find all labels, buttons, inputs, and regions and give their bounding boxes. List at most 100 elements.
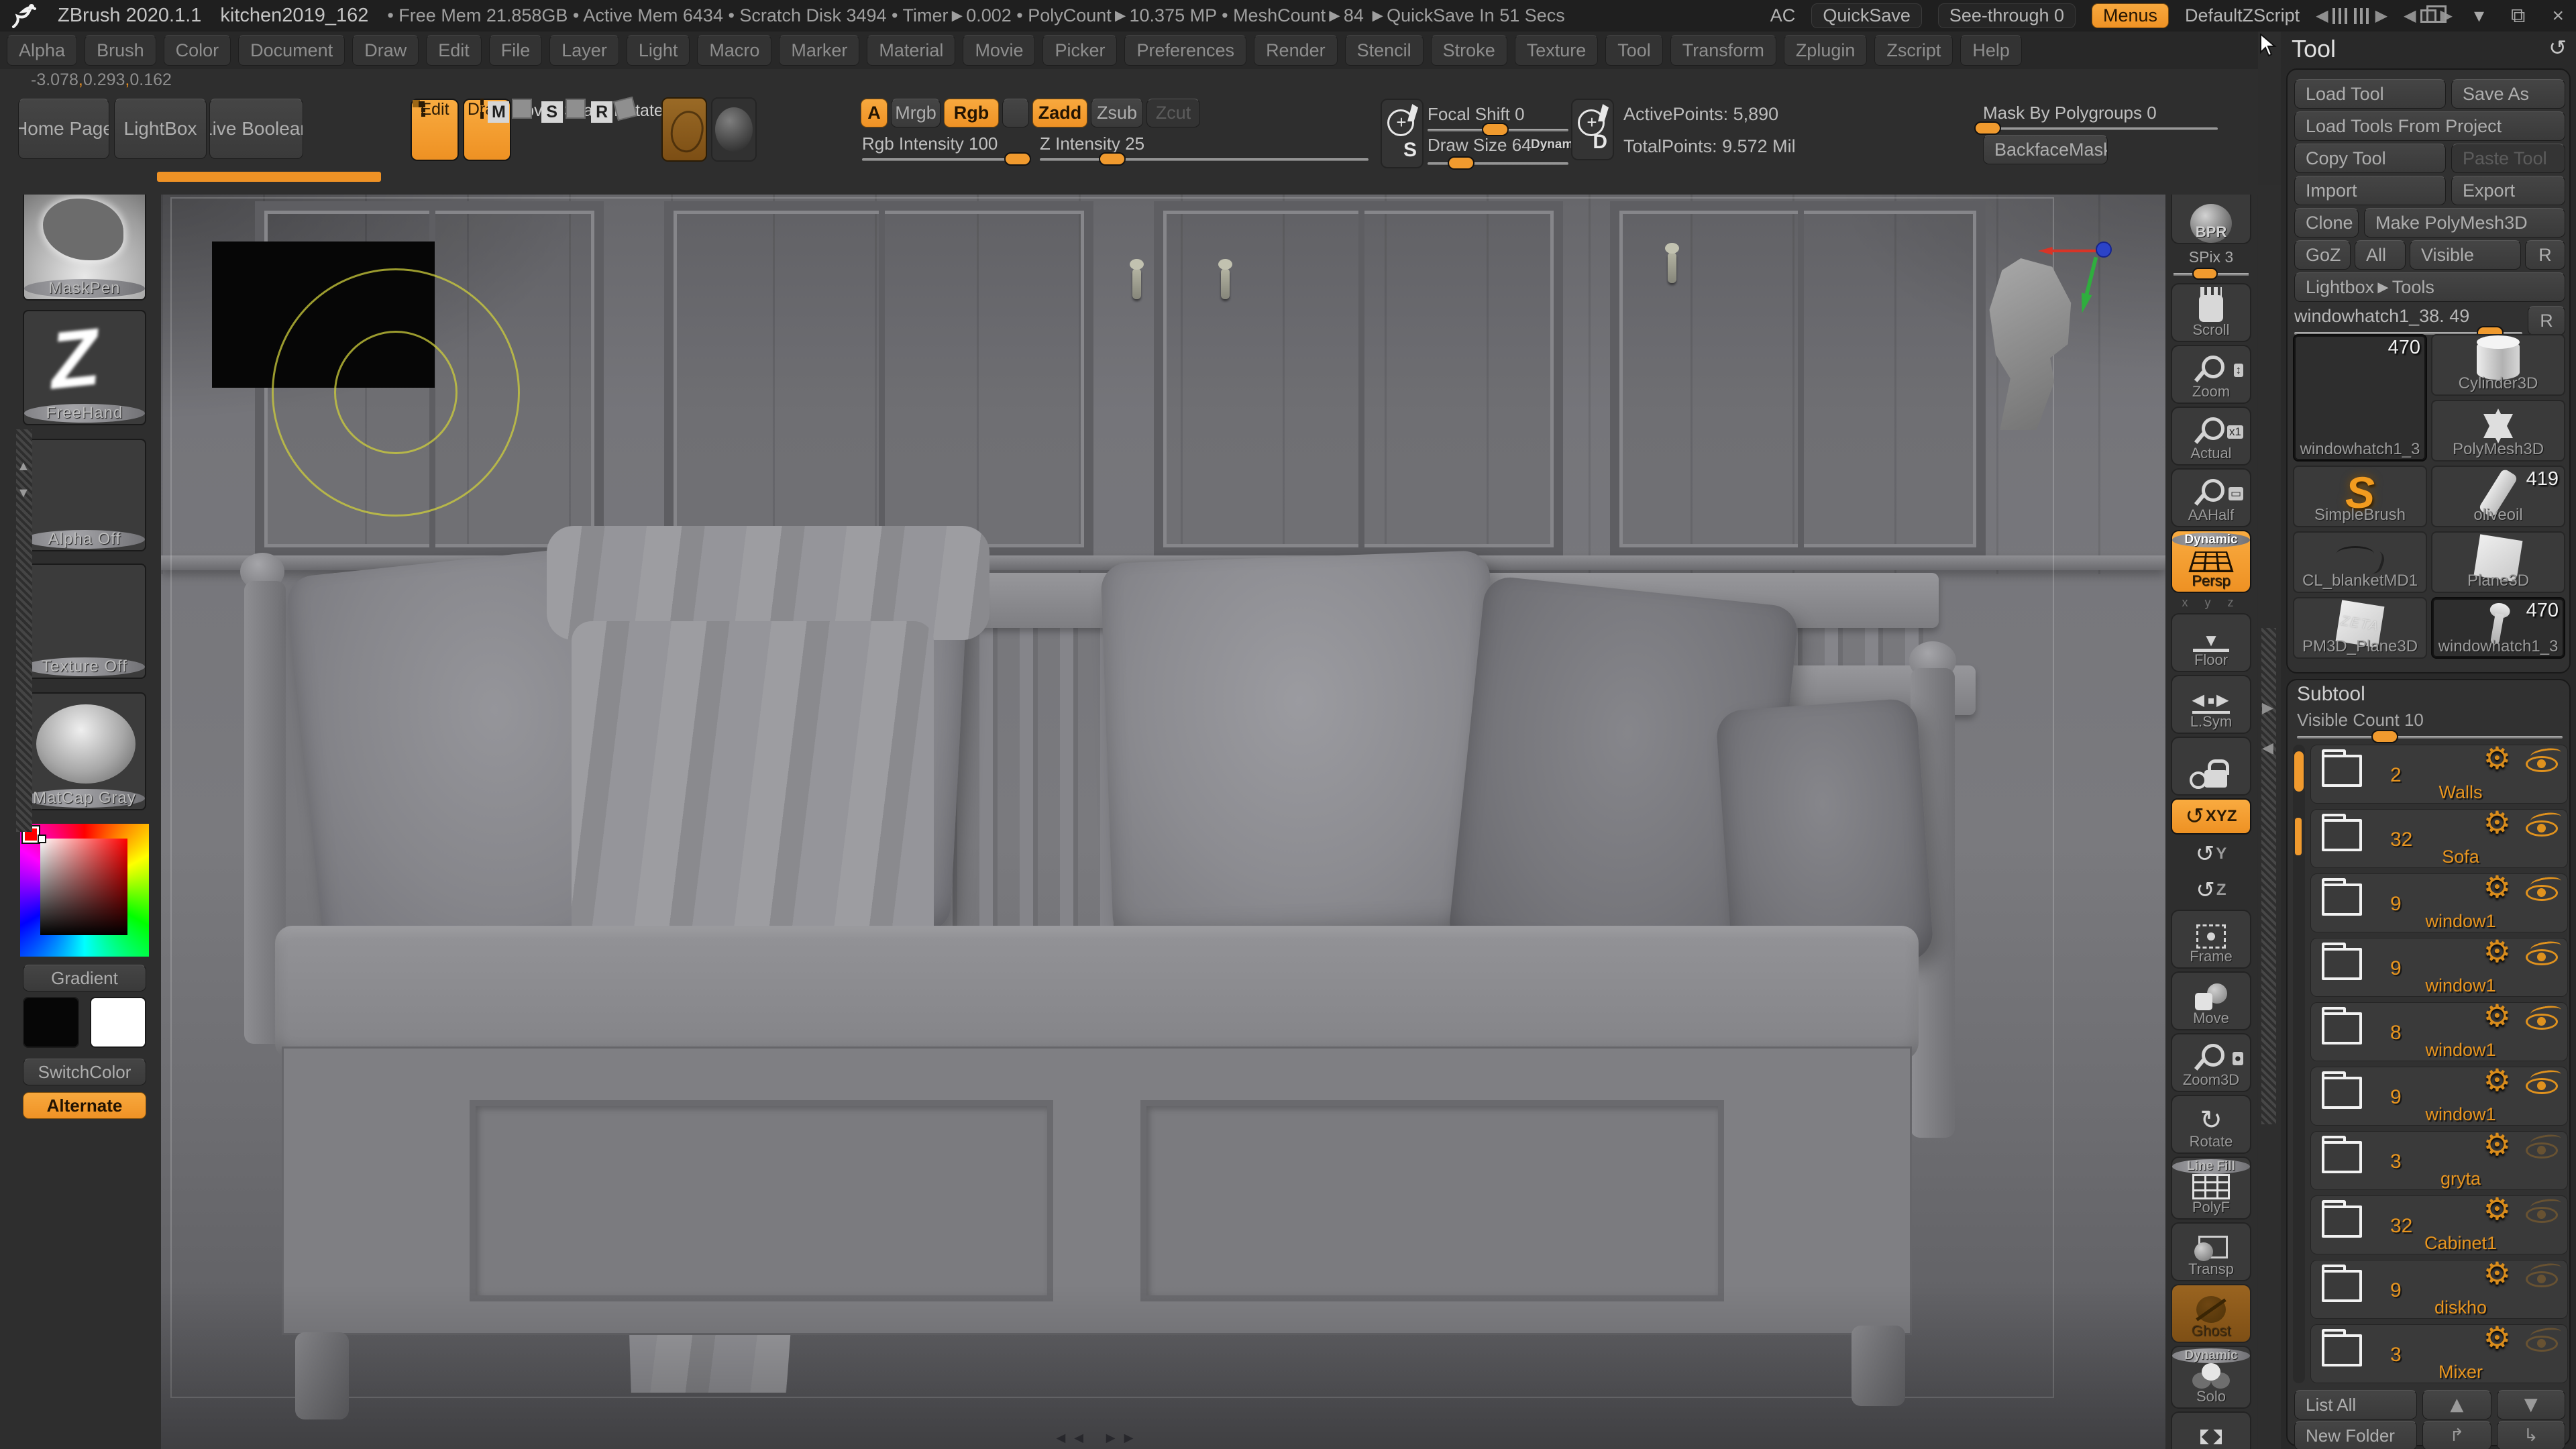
home-page-button[interactable]: Home Page <box>18 99 109 159</box>
live-boolean-button[interactable]: Live Boolean <box>209 99 303 159</box>
backface-mask-button[interactable]: BackfaceMask <box>1983 135 2108 164</box>
alternate-button[interactable]: Alternate <box>23 1092 146 1119</box>
close-button[interactable]: × <box>2546 5 2569 28</box>
clone-button[interactable]: Clone <box>2294 208 2359 237</box>
goz-r-button[interactable]: R <box>2525 240 2565 270</box>
subtool-row-gryta[interactable]: 3gryta⚙ <box>2310 1131 2568 1190</box>
menu-picker[interactable]: Picker <box>1042 35 1117 66</box>
gear-icon[interactable]: ⚙ <box>2483 934 2511 968</box>
menu-stencil[interactable]: Stencil <box>1345 35 1424 66</box>
menu-movie[interactable]: Movie <box>963 35 1035 66</box>
see-through-slider[interactable]: See-through 0 <box>1938 3 2076 28</box>
shelf-scroll-button[interactable]: Scroll <box>2171 283 2251 342</box>
edit-mode-button[interactable]: Edit <box>411 99 459 161</box>
tool-thumb-simplebrush[interactable]: S SimpleBrush <box>2293 466 2427 527</box>
divider-collapse-icon[interactable]: ▲ <box>17 459 30 474</box>
subtool-row-diskho[interactable]: 9diskho⚙ <box>2310 1260 2568 1319</box>
shelf-camlock-button[interactable] <box>2171 737 2251 796</box>
visible-count-slider[interactable]: Visible Count 10 <box>2297 710 2563 739</box>
menu-render[interactable]: Render <box>1254 35 1338 66</box>
canvas-scroll-arrows[interactable]: ◄◄ ►► <box>1053 1429 1139 1447</box>
current-brush-tile[interactable]: MaskPen <box>23 185 146 301</box>
shelf-solo-button[interactable]: DynamicSolo <box>2171 1346 2251 1409</box>
save-as-button[interactable]: Save As <box>2451 79 2565 109</box>
gear-icon[interactable]: ⚙ <box>2483 999 2511 1032</box>
list-all-button[interactable]: List All <box>2294 1390 2417 1419</box>
shelf-polyf-button[interactable]: Line FillPolyF <box>2171 1157 2251 1220</box>
shelf-ghost-button[interactable]: Ghost <box>2171 1284 2251 1343</box>
tool-panel-title[interactable]: Tool <box>2292 35 2336 63</box>
panel-divider[interactable]: ▶ ◀ <box>2258 185 2281 1449</box>
menu-tool[interactable]: Tool <box>1605 35 1663 66</box>
export-button[interactable]: Export <box>2451 176 2565 205</box>
menu-preferences[interactable]: Preferences <box>1124 35 1246 66</box>
gizmo-center-dot[interactable] <box>2096 241 2112 258</box>
copy-tool-button[interactable]: Copy Tool <box>2294 144 2446 173</box>
subtool-row-sofa[interactable]: 32Sofa⚙ <box>2310 809 2568 868</box>
ac-button[interactable]: AC <box>1770 5 1796 26</box>
shelf-frame-button[interactable]: Frame <box>2171 910 2251 969</box>
menu-color[interactable]: Color <box>164 35 231 66</box>
shelf-aahalf-button[interactable]: ▭AAHalf <box>2171 468 2251 527</box>
shelf-spix[interactable]: SPix 3 <box>2171 247 2251 280</box>
menus-button[interactable]: Menus <box>2092 3 2169 28</box>
focal-shift-brush-button[interactable]: S <box>1381 99 1424 168</box>
eye-icon[interactable] <box>2526 1014 2558 1030</box>
z-intensity-slider[interactable]: Z Intensity 25 <box>1040 133 1368 161</box>
eye-icon[interactable] <box>2526 949 2558 965</box>
menu-stroke[interactable]: Stroke <box>1431 35 1507 66</box>
switch-color-button[interactable]: SwitchColor <box>23 1059 146 1085</box>
eye-icon[interactable] <box>2526 1078 2558 1094</box>
eye-icon[interactable] <box>2526 885 2558 901</box>
tool-thumb-pm3d-plane3d[interactable]: ZETA PM3D_Plane3D <box>2293 597 2427 659</box>
minimize-button[interactable]: ▾ <box>2469 4 2489 28</box>
goz-all-button[interactable]: All <box>2355 240 2406 270</box>
eye-icon[interactable] <box>2526 756 2558 772</box>
shelf-move-button[interactable]: Move <box>2171 971 2251 1030</box>
menu-texture[interactable]: Texture <box>1515 35 1599 66</box>
focal-shift-slider[interactable]: Focal Shift 0 <box>1428 104 1568 131</box>
panel-reset-icon[interactable]: ↺ <box>2548 35 2567 60</box>
divider-open-icon[interactable]: ▶ <box>2262 699 2273 716</box>
menu-marker[interactable]: Marker <box>779 35 859 66</box>
stroke-thumbnail[interactable] <box>661 97 707 162</box>
tool-thumb-cylinder3d[interactable]: Cylinder3D <box>2431 334 2565 396</box>
dynamic-brush-button[interactable]: D <box>1571 99 1614 160</box>
tool-thumb-blanket[interactable]: CL_blanketMD1 <box>2293 531 2427 593</box>
menu-edit[interactable]: Edit <box>426 35 482 66</box>
subtool-row-window1[interactable]: 9window1⚙ <box>2310 873 2568 932</box>
subtool-row-cabinet1[interactable]: 32Cabinet1⚙ <box>2310 1195 2568 1254</box>
eye-icon[interactable] <box>2526 1207 2558 1223</box>
eye-icon[interactable] <box>2526 1142 2558 1159</box>
shelf-persp-button[interactable]: DynamicPersp <box>2171 530 2251 593</box>
gear-icon[interactable]: ⚙ <box>2483 1321 2511 1354</box>
menu-zscript[interactable]: Zscript <box>1874 35 1953 66</box>
quicksave-button[interactable]: QuickSave <box>1811 3 1922 28</box>
shelf-rotxyz[interactable]: ↺XYZ <box>2171 798 2251 835</box>
shelf-zoom3d-button[interactable]: ●Zoom3D <box>2171 1033 2251 1092</box>
tool-thumb-oliveoil[interactable]: 419 oliveoil <box>2431 466 2565 527</box>
zadd-button[interactable]: Zadd <box>1032 99 1087 127</box>
lightbox-grip[interactable] <box>157 172 381 182</box>
gear-icon[interactable]: ⚙ <box>2483 806 2511 839</box>
gear-icon[interactable]: ⚙ <box>2483 1256 2511 1290</box>
subtool-row-window1[interactable]: 8window1⚙ <box>2310 1002 2568 1061</box>
color-picker[interactable] <box>20 824 149 957</box>
tool-thumb-windowhatch[interactable]: 470 windowhatch1_3 <box>2293 334 2427 462</box>
menu-light[interactable]: Light <box>627 35 690 66</box>
current-material-tile[interactable]: MatCap Gray <box>23 692 146 810</box>
material-thumbnail[interactable] <box>711 97 757 162</box>
divider-expand-icon[interactable]: ▼ <box>17 486 30 501</box>
shelf-xpose-button[interactable]: Xpose <box>2171 1411 2251 1449</box>
divider-close-icon[interactable]: ◀ <box>2262 739 2273 757</box>
menu-help[interactable]: Help <box>1960 35 2022 66</box>
menu-macro[interactable]: Macro <box>697 35 771 66</box>
alpha-channel-button[interactable]: A <box>861 99 888 127</box>
scrollbar-thumb[interactable] <box>2294 751 2304 792</box>
load-tool-button[interactable]: Load Tool <box>2294 79 2446 109</box>
shelf-transp-button[interactable]: Transp <box>2171 1222 2251 1281</box>
move-out-button[interactable]: ↱ <box>2422 1421 2491 1449</box>
shelf-actual-button[interactable]: x1Actual <box>2171 407 2251 466</box>
rotate-mode-button[interactable]: R Rotate <box>612 101 665 121</box>
gear-icon[interactable]: ⚙ <box>2483 1063 2511 1097</box>
